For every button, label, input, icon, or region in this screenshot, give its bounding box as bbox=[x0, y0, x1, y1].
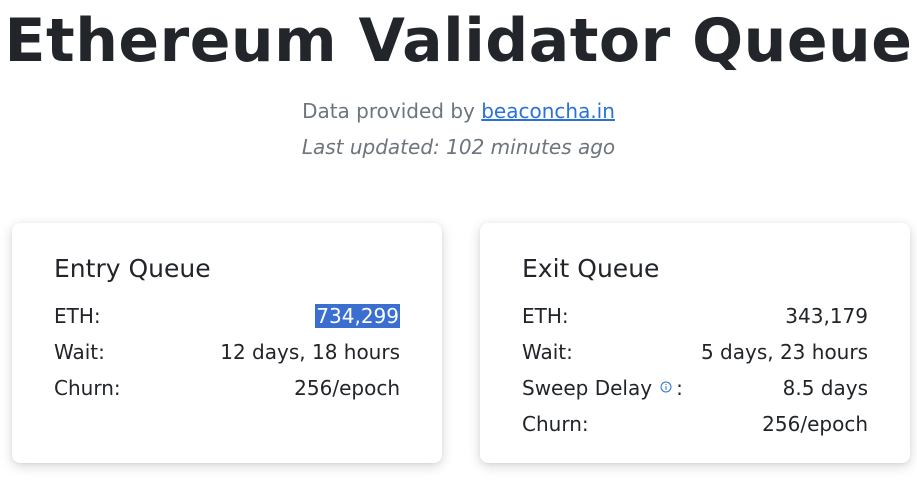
exit-churn-value: 256/epoch bbox=[762, 412, 868, 436]
exit-sweep-delay-row: Sweep Delay : 8.5 days bbox=[522, 370, 868, 406]
exit-wait-value: 5 days, 23 hours bbox=[700, 340, 868, 364]
beaconchain-link[interactable]: beaconcha.in bbox=[481, 99, 615, 123]
entry-wait-value: 12 days, 18 hours bbox=[220, 340, 400, 364]
entry-wait-row: Wait: 12 days, 18 hours bbox=[54, 334, 400, 370]
exit-eth-label: ETH: bbox=[522, 304, 569, 328]
entry-queue-card: Entry Queue ETH: 734,299 Wait: 12 days, … bbox=[12, 223, 442, 463]
entry-churn-row: Churn: 256/epoch bbox=[54, 370, 400, 406]
entry-churn-value: 256/epoch bbox=[294, 376, 400, 400]
entry-eth-label: ETH: bbox=[54, 304, 101, 328]
entry-eth-row: ETH: 734,299 bbox=[54, 298, 400, 334]
exit-queue-rows: ETH: 343,179 Wait: 5 days, 23 hours Swee… bbox=[522, 298, 868, 442]
exit-churn-label: Churn: bbox=[522, 412, 589, 436]
page: Ethereum Validator Queue Data provided b… bbox=[0, 0, 917, 486]
info-circle-icon[interactable] bbox=[660, 374, 672, 393]
data-provider-line: Data provided by beaconcha.in bbox=[0, 96, 917, 126]
page-title: Ethereum Validator Queue bbox=[4, 6, 913, 76]
exit-eth-value: 343,179 bbox=[785, 304, 868, 328]
entry-eth-value: 734,299 bbox=[315, 304, 400, 328]
exit-sweep-delay-label-group: Sweep Delay : bbox=[522, 376, 683, 400]
exit-churn-row: Churn: 256/epoch bbox=[522, 406, 868, 442]
exit-sweep-delay-colon: : bbox=[676, 376, 683, 400]
exit-sweep-delay-value: 8.5 days bbox=[782, 376, 868, 400]
exit-wait-label: Wait: bbox=[522, 340, 573, 364]
exit-queue-title: Exit Queue bbox=[522, 254, 660, 283]
entry-churn-label: Churn: bbox=[54, 376, 121, 400]
last-updated: Last updated: 102 minutes ago bbox=[301, 135, 616, 159]
entry-wait-label: Wait: bbox=[54, 340, 105, 364]
exit-sweep-delay-label: Sweep Delay bbox=[522, 376, 653, 400]
entry-queue-title: Entry Queue bbox=[54, 254, 211, 283]
entry-queue-rows: ETH: 734,299 Wait: 12 days, 18 hours Chu… bbox=[54, 298, 400, 406]
exit-eth-row: ETH: 343,179 bbox=[522, 298, 868, 334]
exit-queue-card: Exit Queue ETH: 343,179 Wait: 5 days, 23… bbox=[480, 223, 910, 463]
exit-wait-row: Wait: 5 days, 23 hours bbox=[522, 334, 868, 370]
data-provider-prefix: Data provided by bbox=[302, 99, 475, 123]
